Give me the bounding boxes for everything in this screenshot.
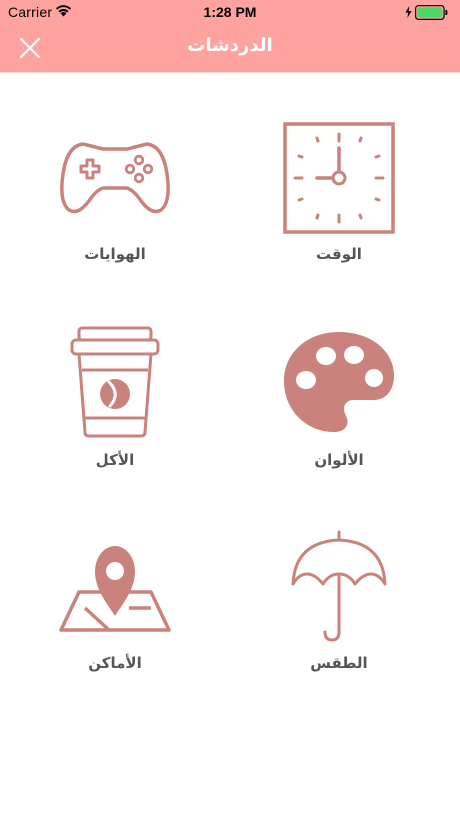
category-label: الأكل xyxy=(95,451,135,469)
category-places[interactable]: الأماكن xyxy=(30,526,200,716)
nav-divider xyxy=(0,72,460,73)
category-time[interactable]: الوقت xyxy=(254,110,424,300)
category-label: الهوايات xyxy=(84,245,146,263)
page-title: الدردشات xyxy=(187,35,273,56)
palette-icon xyxy=(284,332,394,432)
charging-bolt-icon xyxy=(405,6,412,18)
category-hobbies[interactable]: الهوايات xyxy=(30,110,200,300)
category-colors[interactable]: الألوان xyxy=(254,320,424,510)
category-food[interactable]: الأكل xyxy=(30,320,200,510)
umbrella-icon xyxy=(291,530,387,642)
category-label: الوقت xyxy=(316,245,362,263)
category-label: الطقس xyxy=(310,654,368,672)
category-label: الأماكن xyxy=(88,654,142,672)
category-weather[interactable]: الطقس xyxy=(254,526,424,716)
nav-bar: الدردشات xyxy=(0,24,460,72)
map-pin-icon xyxy=(59,546,171,632)
gamepad-icon xyxy=(60,142,170,214)
coffee-cup-icon xyxy=(70,326,160,438)
status-bar: Carrier 1:28 PM xyxy=(0,0,460,24)
clock-icon xyxy=(283,122,395,234)
status-time: 1:28 PM xyxy=(203,4,257,20)
category-label: الألوان xyxy=(314,451,364,469)
battery-icon xyxy=(415,5,448,20)
